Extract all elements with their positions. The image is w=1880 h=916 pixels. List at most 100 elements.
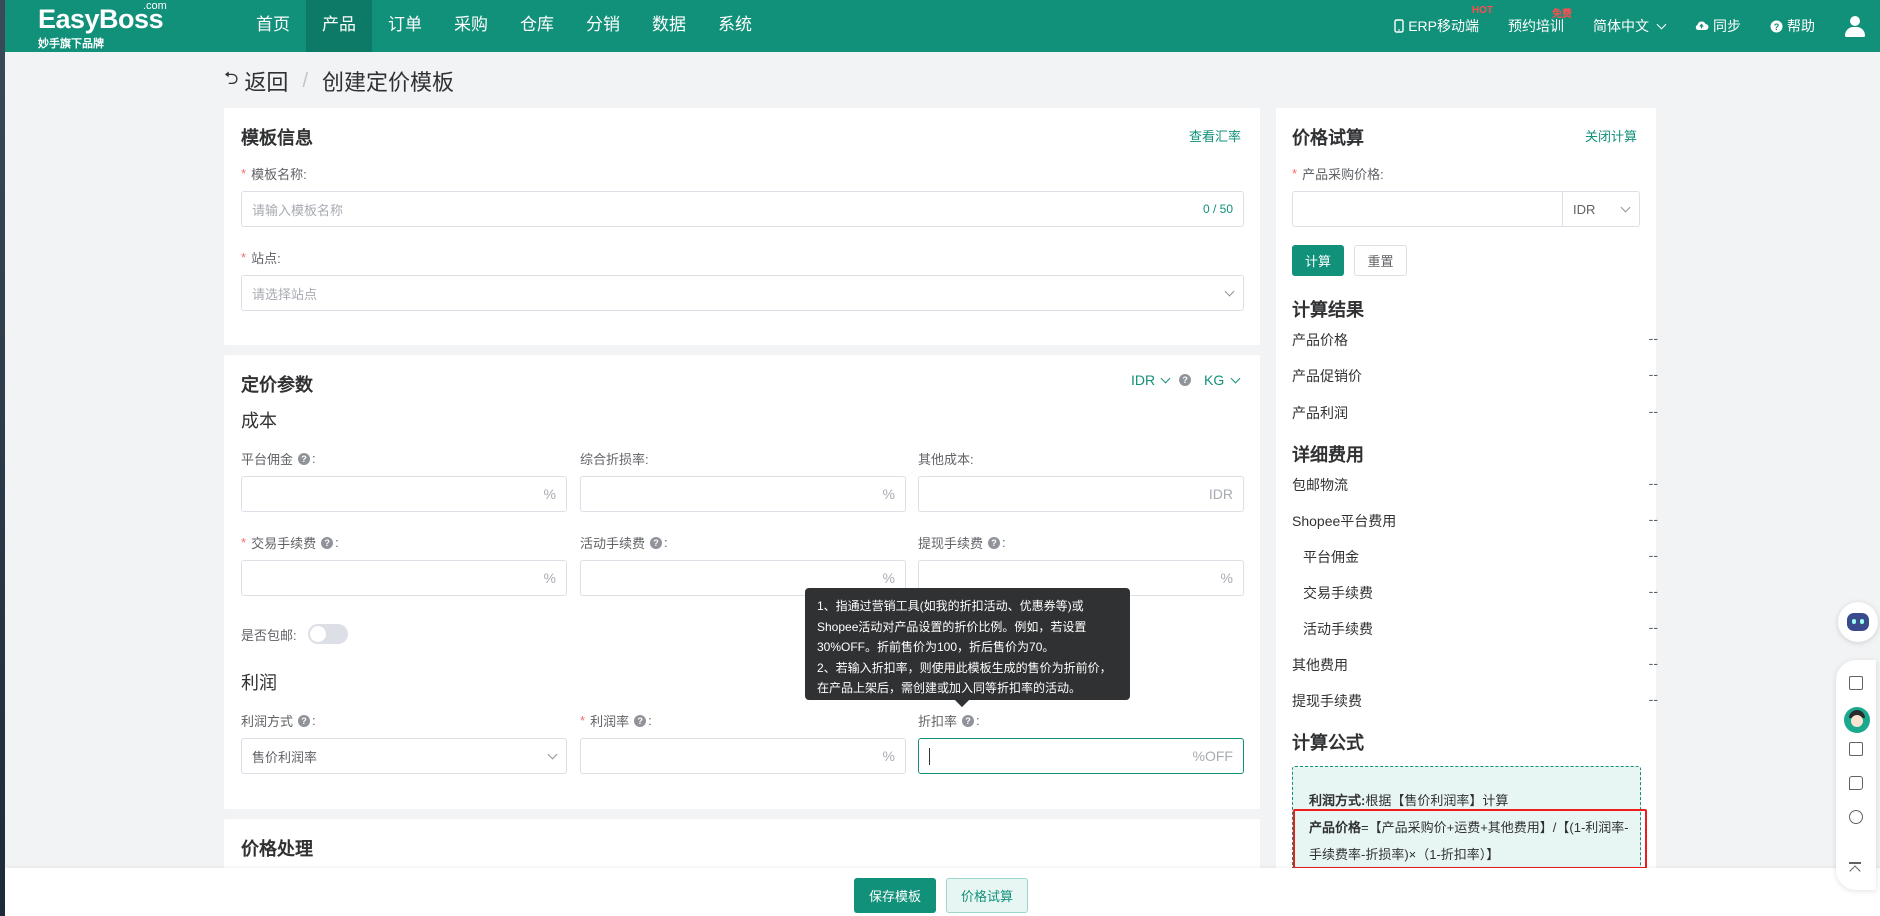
robot-face — [1847, 613, 1869, 631]
site-select[interactable]: 请选择站点 — [241, 275, 1244, 311]
formula-title: 计算公式 — [1292, 733, 1364, 753]
robot-assistant-icon[interactable] — [1838, 602, 1878, 642]
currency-select[interactable]: IDR ? — [1131, 372, 1192, 388]
site-placeholder: 请选择站点 — [252, 286, 318, 302]
free-badge: 免费 — [1552, 9, 1572, 20]
price-handling-title: 价格处理 — [241, 839, 313, 859]
help-button[interactable]: ? 帮助 — [1770, 16, 1815, 36]
detail-row: Shopee平台费用 -- — [1292, 511, 1658, 529]
question-icon[interactable]: ? — [298, 452, 311, 465]
help-label: 帮助 — [1787, 18, 1815, 34]
back-link[interactable]: 返回 — [244, 65, 288, 97]
profit-method-value: 售价利润率 — [252, 749, 318, 765]
weight-unit-select[interactable]: KG — [1204, 372, 1241, 388]
menu-purchase[interactable]: 采购 — [438, 0, 504, 52]
template-name-input[interactable]: 请输入模板名称 0 / 50 — [241, 191, 1244, 227]
language-select[interactable]: 简体中文 — [1593, 16, 1667, 36]
chevron-down-icon — [1160, 373, 1171, 383]
site-label: * 站点: — [241, 250, 281, 266]
detail-row: 平台佣金 -- — [1303, 547, 1658, 565]
save-template-button[interactable]: 保存模板 — [854, 878, 936, 913]
percent-suffix: % — [882, 748, 895, 764]
off-suffix: %OFF — [1192, 748, 1233, 764]
profit-rate-label: * 利润率?: — [580, 713, 652, 729]
chevron-down-icon — [547, 749, 558, 759]
purchase-price-input[interactable] — [1292, 191, 1563, 227]
profit-section-title: 利润 — [241, 673, 277, 693]
cost-section-title: 成本 — [241, 411, 277, 431]
chevron-down-icon — [1224, 286, 1235, 296]
menu-distribution[interactable]: 分销 — [570, 0, 636, 52]
menu-data[interactable]: 数据 — [636, 0, 702, 52]
formula-profit-method: 利润方式:根据【售价利润率】计算 — [1309, 793, 1509, 808]
weight-unit-value: KG — [1204, 372, 1225, 388]
user-avatar-icon[interactable] — [1844, 15, 1866, 37]
discount-rate-tooltip: 1、指通过营销工具(如我的折扣活动、优惠券等)或 Shopee活动对产品设置的折… — [805, 588, 1130, 708]
menu-system[interactable]: 系统 — [702, 0, 768, 52]
question-icon[interactable]: ? — [321, 536, 334, 549]
calc-currency-value: IDR — [1573, 201, 1596, 217]
breadcrumb: ⮌ 返回 / 创建定价模板 — [224, 66, 454, 96]
currency-value: IDR — [1131, 372, 1156, 388]
training-link[interactable]: 预约培训 免费 — [1508, 9, 1572, 36]
transaction-fee-label: * 交易手续费?: — [241, 535, 339, 551]
question-icon[interactable]: ? — [650, 536, 663, 549]
free-shipping-switch[interactable] — [308, 624, 348, 644]
discount-rate-input[interactable]: %OFF — [918, 738, 1244, 774]
profit-rate-input[interactable]: % — [580, 738, 906, 774]
document-icon[interactable] — [1849, 676, 1863, 690]
top-navbar: EasyBoss .com 妙手旗下品牌 首页 产品 订单 采购 仓库 分销 数… — [5, 0, 1880, 52]
question-icon[interactable]: ? — [1179, 374, 1192, 386]
cloud-icon — [1695, 21, 1709, 30]
withdraw-fee-label: 提现手续费?: — [918, 535, 1006, 551]
floating-toolbar — [1836, 660, 1876, 890]
chevron-down-icon — [1656, 19, 1667, 29]
menu-warehouse[interactable]: 仓库 — [504, 0, 570, 52]
profit-method-select[interactable]: 售价利润率 — [241, 738, 567, 774]
question-icon[interactable]: ? — [988, 536, 1001, 549]
help-icon: ? — [1770, 20, 1783, 32]
detail-title: 详细费用 — [1292, 445, 1364, 465]
back-arrow-icon[interactable]: ⮌ — [224, 66, 238, 96]
calc-currency-select[interactable]: IDR — [1562, 191, 1640, 227]
menu-product[interactable]: 产品 — [306, 0, 372, 52]
detail-row: 提现手续费 -- — [1292, 691, 1658, 709]
page-title: 创建定价模板 — [322, 70, 455, 95]
loss-rate-input[interactable]: % — [580, 476, 906, 512]
logo[interactable]: EasyBoss .com 妙手旗下品牌 — [38, 0, 167, 51]
question-icon[interactable]: ? — [634, 714, 647, 727]
switch-knob — [310, 626, 326, 642]
back-to-top-icon[interactable] — [1849, 862, 1861, 877]
view-exchange-rate-link[interactable]: 查看汇率 — [1189, 126, 1241, 145]
refresh-icon[interactable] — [1849, 810, 1863, 824]
close-calculator-link[interactable]: 关闭计算 — [1585, 126, 1637, 145]
question-doc-icon[interactable] — [1849, 742, 1863, 756]
logo-com: .com — [143, 0, 167, 12]
bottom-action-bar — [5, 868, 1880, 916]
price-trial-button[interactable]: 价格试算 — [946, 878, 1028, 913]
support-avatar-icon[interactable] — [1844, 707, 1870, 733]
phone-icon — [1394, 19, 1404, 33]
discount-rate-label: 折扣率?: — [918, 713, 980, 729]
question-icon[interactable]: ? — [298, 714, 311, 727]
menu-order[interactable]: 订单 — [372, 0, 438, 52]
percent-suffix: % — [882, 486, 895, 502]
sync-button[interactable]: 同步 — [1694, 16, 1741, 36]
chat-icon[interactable] — [1849, 776, 1863, 790]
purchase-price-label: * 产品采购价格: — [1292, 166, 1384, 182]
transaction-fee-input[interactable]: % — [241, 560, 567, 596]
question-icon[interactable]: ? — [962, 714, 975, 727]
detail-row: 其他费用 -- — [1292, 655, 1658, 673]
calculate-button[interactable]: 计算 — [1292, 245, 1344, 276]
other-cost-label: 其他成本: — [918, 452, 974, 467]
free-shipping-label: 是否包邮: — [241, 628, 297, 643]
erp-mobile-link[interactable]: ERP移动端 HOT — [1394, 5, 1493, 36]
platform-commission-input[interactable]: % — [241, 476, 567, 512]
reset-button[interactable]: 重置 — [1354, 245, 1407, 276]
result-row: 产品价格 -- — [1292, 330, 1658, 348]
other-cost-input[interactable]: IDR — [918, 476, 1244, 512]
tooltip-line: 在产品上架后，需创建或加入同等折扣率的活动。 — [817, 681, 1082, 695]
menu-home[interactable]: 首页 — [240, 0, 306, 52]
result-row: 产品利润 -- — [1292, 403, 1658, 421]
percent-suffix: % — [543, 486, 556, 502]
